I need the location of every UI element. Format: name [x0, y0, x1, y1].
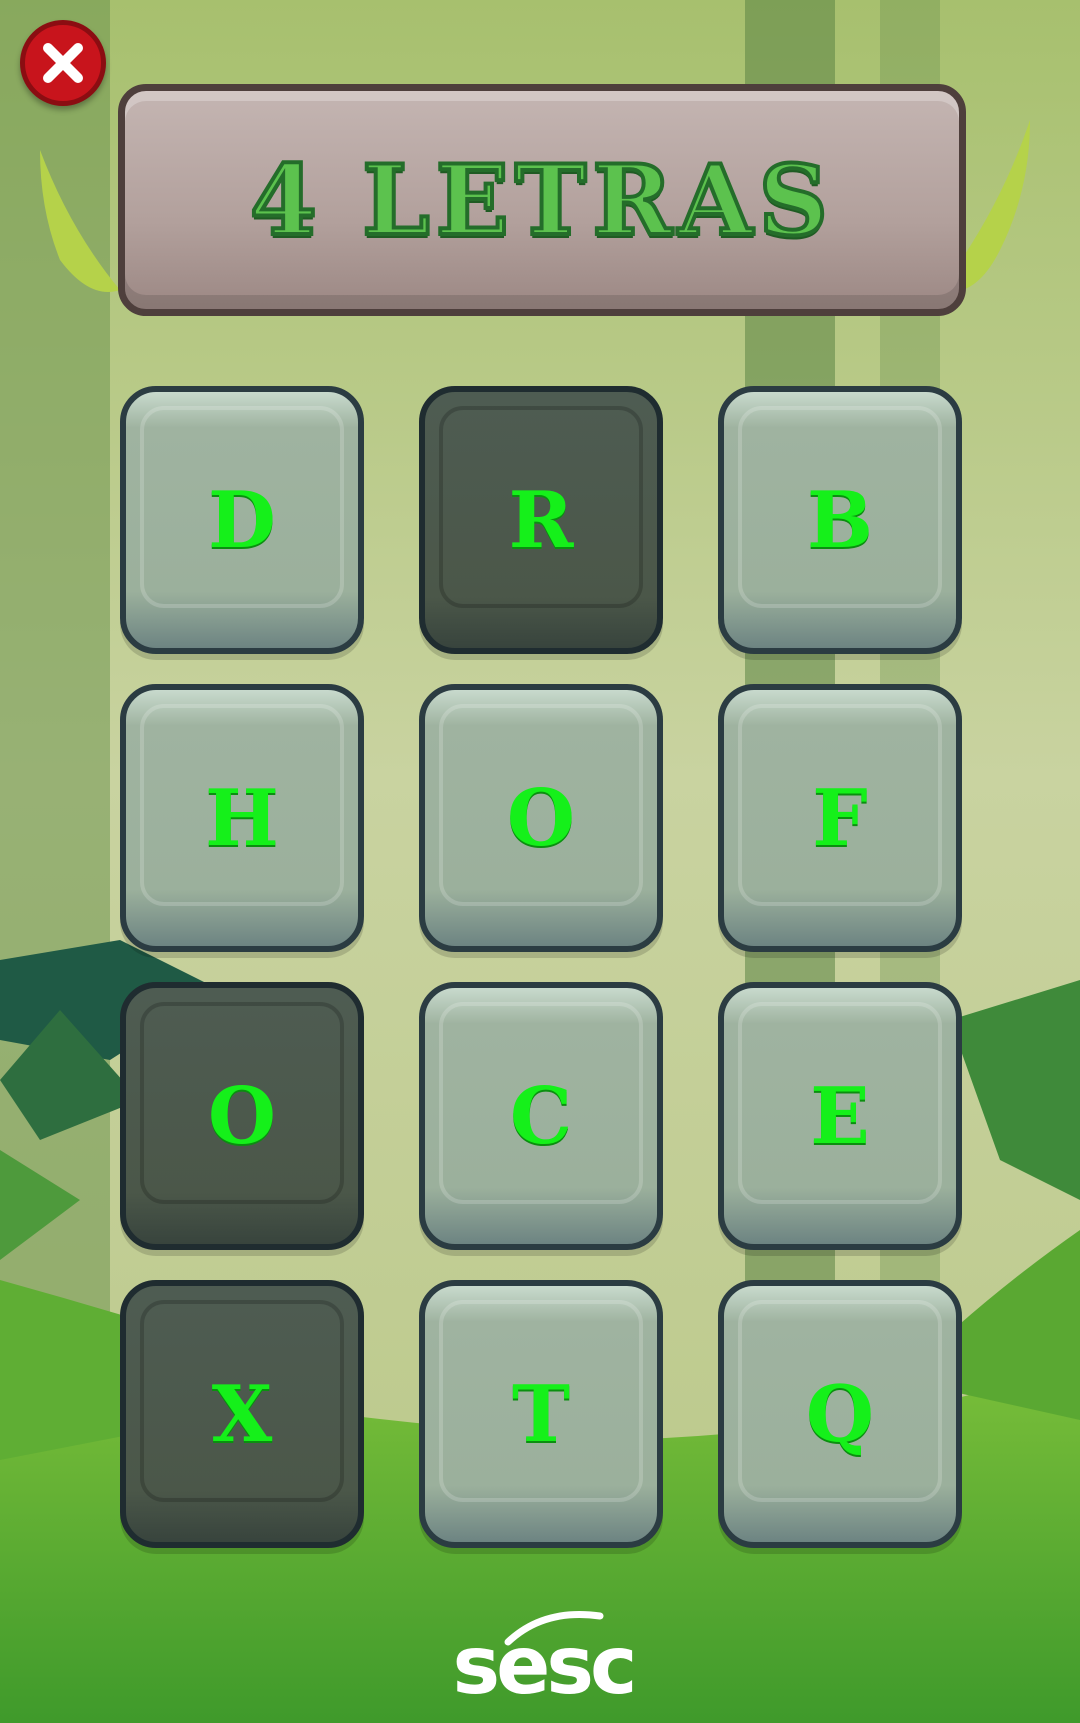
tile-letter: E	[810, 1070, 870, 1162]
sesc-logo: sesc	[448, 1606, 638, 1706]
letter-tile[interactable]: E	[718, 982, 962, 1250]
letter-tile[interactable]: T	[419, 1280, 663, 1548]
tile-letter: Q	[806, 1368, 874, 1460]
tile-letter: O	[507, 772, 575, 864]
letter-tile[interactable]: Q	[718, 1280, 962, 1548]
letter-tile[interactable]: R	[419, 386, 663, 654]
tile-letter: R	[508, 474, 574, 566]
tile-letter: C	[509, 1070, 573, 1162]
letter-tile[interactable]: H	[120, 684, 364, 952]
letter-tile[interactable]: O	[419, 684, 663, 952]
letter-tile[interactable]: C	[419, 982, 663, 1250]
tile-letter: O	[208, 1070, 276, 1162]
close-icon	[43, 43, 83, 83]
letter-tile[interactable]: D	[120, 386, 364, 654]
tile-letter: D	[208, 474, 276, 566]
letter-tile[interactable]: F	[718, 684, 962, 952]
close-button[interactable]	[20, 20, 106, 106]
logo-arc-icon	[504, 1610, 604, 1646]
letter-grid: D R B H O F O C E X T Q	[120, 386, 962, 1550]
tile-letter: B	[807, 474, 873, 566]
letter-tile[interactable]: X	[120, 1280, 364, 1548]
tile-letter: X	[211, 1368, 273, 1460]
tile-letter: F	[812, 772, 868, 864]
letter-tile[interactable]: B	[718, 386, 962, 654]
letter-tile[interactable]: O	[120, 982, 364, 1250]
tile-letter: H	[205, 772, 279, 864]
tile-letter: T	[511, 1368, 571, 1460]
title-banner: 4 LETRAS	[118, 84, 966, 316]
page-title: 4 LETRAS	[248, 142, 834, 259]
